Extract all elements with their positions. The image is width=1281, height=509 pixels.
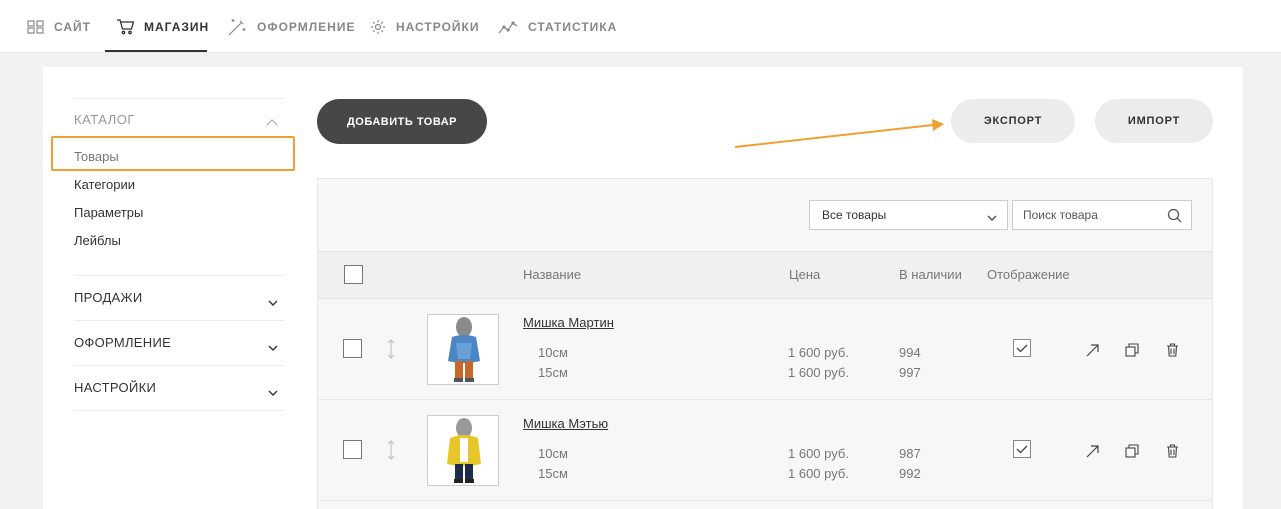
sidebar-item-parameters[interactable]: Параметры [74,205,143,220]
product-name-link[interactable]: Мишка Мартин [523,315,614,330]
variant-price: 1 600 руб. [788,466,849,481]
product-thumbnail[interactable] [427,415,499,486]
sidebar-section-settings[interactable]: НАСТРОЙКИ [74,380,156,395]
variant-size: 15см [538,466,568,481]
variant-size: 10см [538,345,568,360]
grid-icon [27,19,44,34]
variant-stock: 994 [899,345,921,360]
column-header-price[interactable]: Цена [789,267,820,282]
add-product-button[interactable]: ДОБАВИТЬ ТОВАР [317,99,487,144]
export-button[interactable]: ЭКСПОРТ [951,99,1075,143]
column-header-display[interactable]: Отображение [987,267,1070,282]
search-icon[interactable] [1167,208,1182,226]
nav-design-label: ОФОРМЛЕНИЕ [257,19,356,34]
nav-settings-label: НАСТРОЙКИ [396,19,480,34]
search-placeholder: Поиск товара [1023,208,1098,222]
variant-size: 10см [538,446,568,461]
nav-stats-label: СТАТИСТИКА [528,19,618,34]
table-header [318,251,1212,299]
trash-icon[interactable] [1166,444,1179,463]
filter-select-value: Все товары [822,208,887,222]
nav-shop[interactable]: МАГАЗИН [116,0,209,53]
check-icon [1016,445,1028,454]
active-tab-indicator [105,50,207,52]
column-header-stock[interactable]: В наличии [899,267,962,282]
row-checkbox[interactable] [343,339,362,358]
chart-line-icon [498,20,518,34]
visibility-checkbox[interactable] [1013,339,1031,357]
nav-stats[interactable]: СТАТИСТИКА [498,0,617,53]
nav-site[interactable]: САЙТ [27,0,91,53]
sidebar-section-sales[interactable]: ПРОДАЖИ [74,290,142,305]
sidebar-divider [74,410,284,411]
chevron-down-icon[interactable] [268,294,278,312]
product-name-link[interactable]: Мишка Мэтью [523,416,608,431]
variant-size: 15см [538,365,568,380]
gear-icon [370,19,386,35]
open-link-icon[interactable] [1086,343,1100,362]
chevron-down-icon[interactable] [268,384,278,402]
product-filter-select[interactable]: Все товары [809,200,1008,230]
search-input[interactable]: Поиск товара [1012,200,1192,230]
nav-settings[interactable]: НАСТРОЙКИ [370,0,479,53]
visibility-checkbox[interactable] [1013,440,1031,458]
chevron-up-icon[interactable] [266,113,278,131]
sidebar-item-categories[interactable]: Категории [74,177,135,192]
chevron-down-icon[interactable] [268,339,278,357]
import-button[interactable]: ИМПОРТ [1095,99,1213,143]
check-icon [1016,344,1028,353]
select-all-checkbox[interactable] [344,265,363,284]
sidebar-divider [74,365,284,366]
trash-icon[interactable] [1166,343,1179,362]
top-nav: САЙТ МАГАЗИН ОФОРМЛЕНИЕ НАСТРОЙКИ СТАТИС… [0,0,1281,53]
nav-shop-label: МАГАЗИН [144,19,210,34]
sidebar-item-labels[interactable]: Лейблы [74,233,121,248]
product-thumbnail[interactable] [427,314,499,385]
drag-handle-icon[interactable] [386,440,396,465]
duplicate-icon[interactable] [1125,343,1139,362]
sidebar-divider [74,98,284,99]
nav-design[interactable]: ОФОРМЛЕНИЕ [227,0,355,53]
sidebar-item-products[interactable]: Товары [74,149,119,164]
row-checkbox[interactable] [343,440,362,459]
variant-price: 1 600 руб. [788,446,849,461]
variant-stock: 992 [899,466,921,481]
nav-site-label: САЙТ [54,19,91,34]
sidebar-catalog-header[interactable]: КАТАЛОГ [74,112,135,127]
duplicate-icon[interactable] [1125,444,1139,463]
variant-price: 1 600 руб. [788,345,849,360]
variant-price: 1 600 руб. [788,365,849,380]
sidebar-divider [74,320,284,321]
drag-handle-icon[interactable] [386,339,396,364]
sidebar-divider [74,275,284,276]
chevron-down-icon [987,211,997,225]
column-header-name[interactable]: Название [523,267,581,282]
magic-wand-icon [227,18,247,36]
cart-icon [116,18,134,35]
variant-stock: 997 [899,365,921,380]
open-link-icon[interactable] [1086,444,1100,463]
variant-stock: 987 [899,446,921,461]
arrow-annotation [734,119,944,148]
sidebar-section-design[interactable]: ОФОРМЛЕНИЕ [74,335,171,350]
